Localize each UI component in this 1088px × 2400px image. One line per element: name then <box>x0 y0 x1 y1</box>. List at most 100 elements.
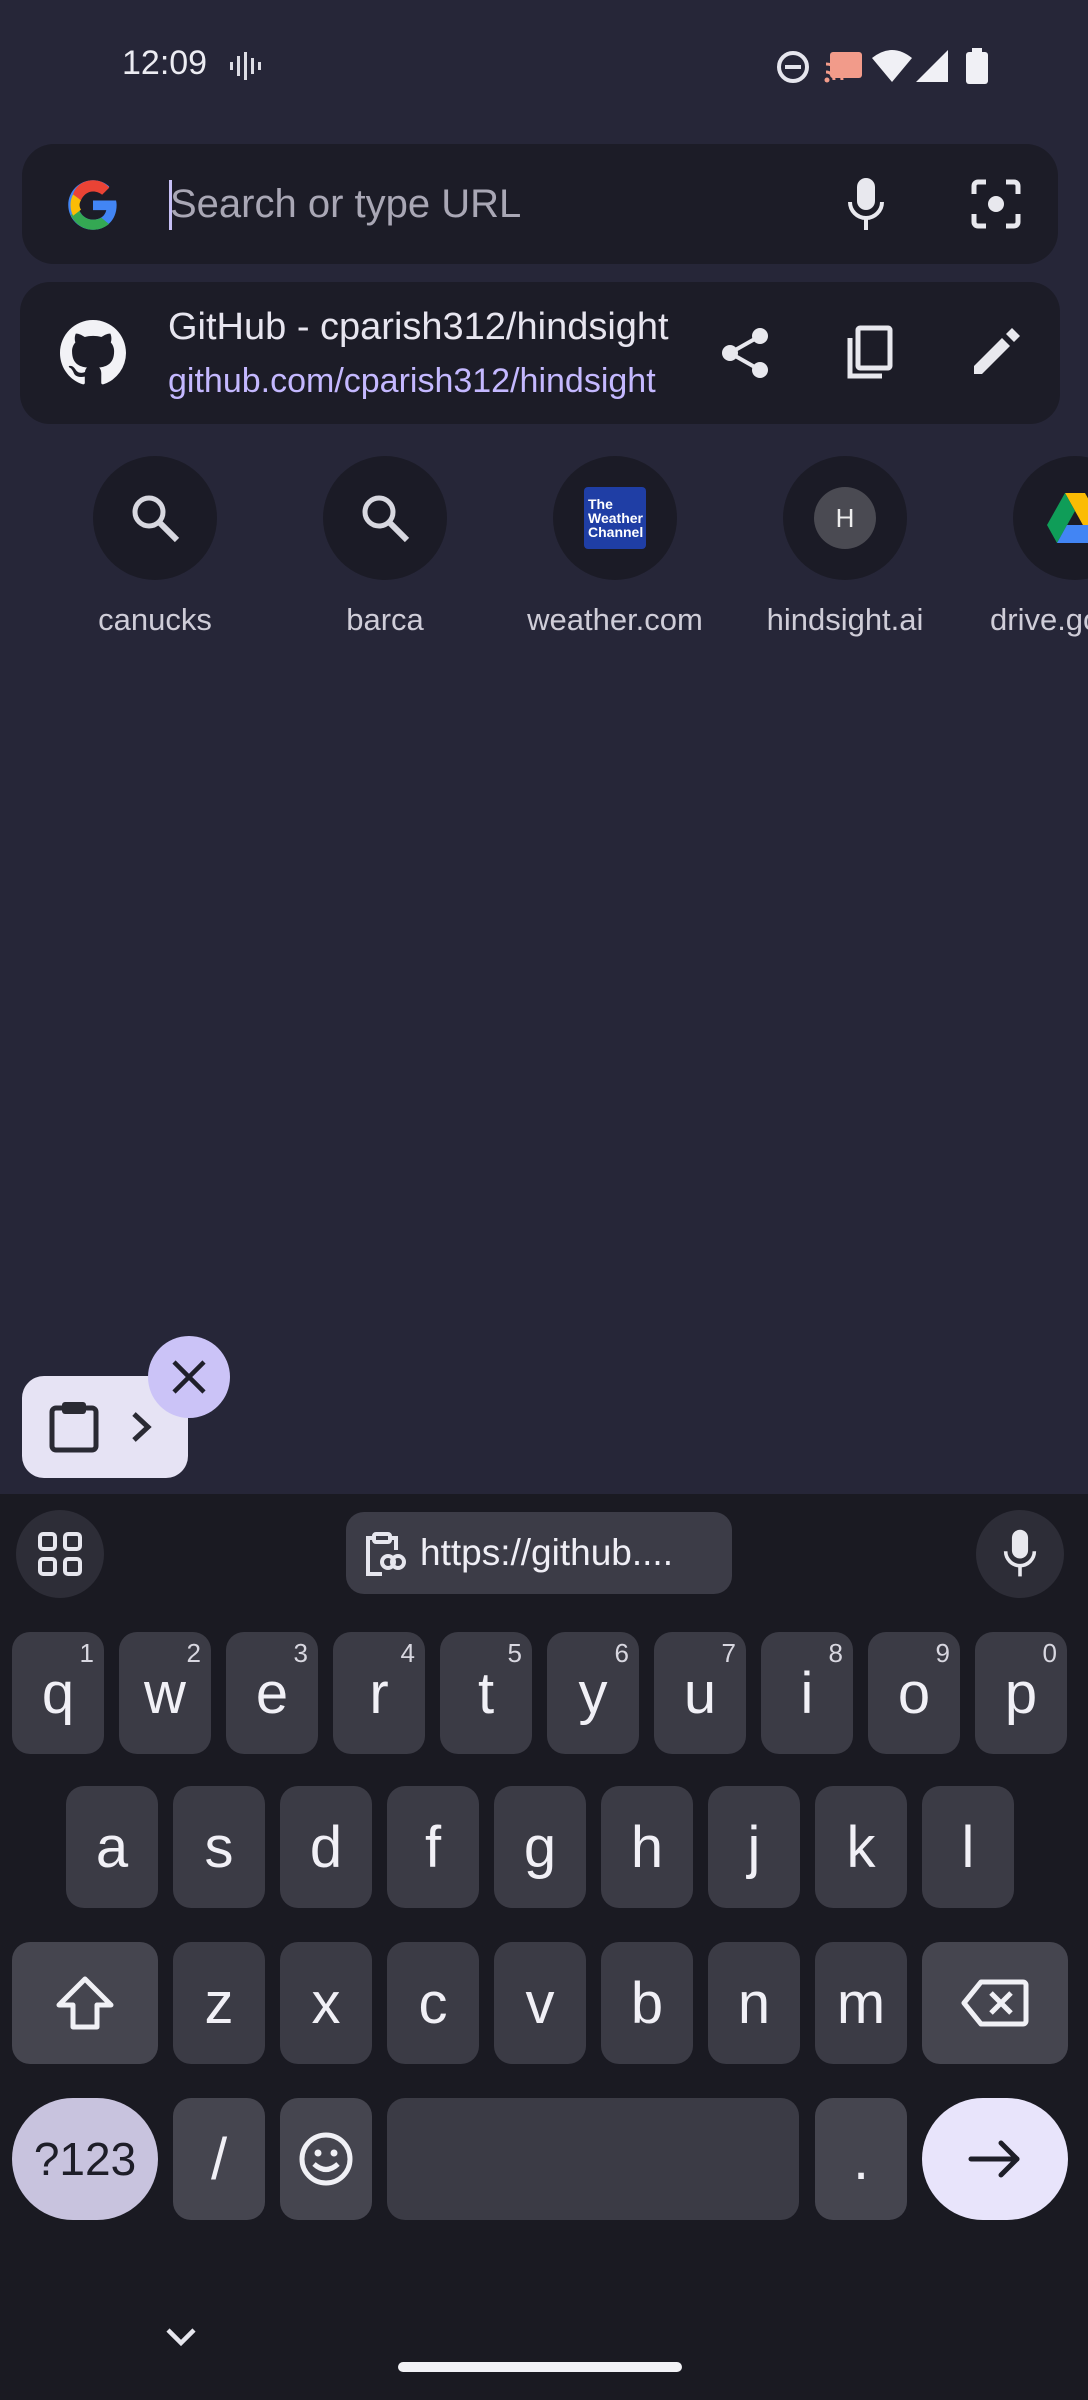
key-v[interactable]: v <box>494 1942 586 2064</box>
tile-label: hindsight.ai <box>766 602 924 637</box>
shift-icon <box>56 1976 114 2030</box>
key-i[interactable]: i8 <box>761 1632 853 1754</box>
key-p[interactable]: p0 <box>975 1632 1067 1754</box>
key-n[interactable]: n <box>708 1942 800 2064</box>
key-z[interactable]: z <box>173 1942 265 2064</box>
slash-key[interactable]: / <box>173 2098 265 2220</box>
key-g[interactable]: g <box>494 1786 586 1908</box>
suggestion-url: github.com/cparish312/hindsight <box>168 362 656 400</box>
navigation-handle[interactable] <box>398 2362 682 2372</box>
key-j[interactable]: j <box>708 1786 800 1908</box>
key-hint: 2 <box>186 1638 201 1668</box>
key-label: e <box>255 1660 289 1726</box>
lens-icon[interactable] <box>970 178 1022 230</box>
tile-canucks[interactable]: canucks <box>60 456 250 646</box>
key-k[interactable]: k <box>815 1786 907 1908</box>
suggestion-title: GitHub - cparish312/hindsight <box>168 306 669 348</box>
backspace-key[interactable] <box>922 1942 1068 2064</box>
key-b[interactable]: b <box>601 1942 693 2064</box>
key-o[interactable]: o9 <box>868 1632 960 1754</box>
grid-icon <box>38 1532 82 1576</box>
key-u[interactable]: u7 <box>654 1632 746 1754</box>
shift-key[interactable] <box>12 1942 158 2064</box>
key-c[interactable]: c <box>387 1942 479 2064</box>
key-label: l <box>961 1814 975 1880</box>
key-label: h <box>630 1814 664 1880</box>
key-label: p <box>1004 1660 1038 1726</box>
mic-icon <box>1003 1529 1037 1577</box>
key-r[interactable]: r4 <box>333 1632 425 1754</box>
key-label: n <box>737 1970 771 2036</box>
enter-key[interactable] <box>922 2098 1068 2220</box>
key-hint: 1 <box>79 1638 94 1668</box>
clipboard-icon <box>48 1400 100 1454</box>
letter-badge: H <box>814 487 876 549</box>
key-x[interactable]: x <box>280 1942 372 2064</box>
key-m[interactable]: m <box>815 1942 907 2064</box>
key-label: x <box>311 1970 341 2036</box>
tile-label: canucks <box>98 602 212 637</box>
key-d[interactable]: d <box>280 1786 372 1908</box>
key-e[interactable]: e3 <box>226 1632 318 1754</box>
key-w[interactable]: w2 <box>119 1632 211 1754</box>
emoji-key[interactable] <box>280 2098 372 2220</box>
key-label: o <box>897 1660 931 1726</box>
key-label: s <box>204 1814 234 1880</box>
tile-weather[interactable]: The Weather Channel weather.com <box>520 456 710 646</box>
cast-icon <box>824 50 864 84</box>
key-t[interactable]: t5 <box>440 1632 532 1754</box>
key-label: j <box>747 1814 761 1880</box>
key-label: q <box>41 1660 75 1726</box>
key-label: k <box>846 1814 876 1880</box>
key-f[interactable]: f <box>387 1786 479 1908</box>
key-label: w <box>144 1660 186 1726</box>
key-h[interactable]: h <box>601 1786 693 1908</box>
space-key[interactable] <box>387 2098 799 2220</box>
key-label: y <box>578 1660 608 1726</box>
emoji-icon <box>299 2132 353 2186</box>
suggestion-row[interactable] <box>20 282 1060 424</box>
search-icon <box>323 456 447 580</box>
tile-label: weather.com <box>527 602 703 637</box>
keyboard-mic-button[interactable] <box>976 1510 1064 1598</box>
key-label: ?123 <box>33 2133 137 2185</box>
share-icon[interactable] <box>718 326 772 380</box>
key-hint: 0 <box>1042 1638 1057 1668</box>
key-label: g <box>523 1814 557 1880</box>
key-label: z <box>204 1970 234 2036</box>
key-label: b <box>630 1970 664 2036</box>
weather-logo-line-2: Weather <box>588 510 643 526</box>
edit-icon[interactable] <box>970 326 1022 378</box>
key-label: t <box>477 1660 495 1726</box>
key-label: a <box>95 1814 129 1880</box>
key-l[interactable]: l <box>922 1786 1014 1908</box>
key-label: r <box>369 1660 389 1726</box>
key-hint: 8 <box>828 1638 843 1668</box>
mic-icon[interactable] <box>846 176 886 234</box>
key-hint: 9 <box>935 1638 950 1668</box>
battery-icon <box>966 48 988 84</box>
search-input[interactable]: Search or type URL <box>170 182 521 227</box>
apps-grid-button[interactable] <box>16 1510 104 1598</box>
key-hint: 7 <box>721 1638 736 1668</box>
key-q[interactable]: q1 <box>12 1632 104 1754</box>
key-label: m <box>836 1970 886 2036</box>
keyboard-hide-chevron-icon[interactable] <box>164 2326 198 2348</box>
key-s[interactable]: s <box>173 1786 265 1908</box>
key-y[interactable]: y6 <box>547 1632 639 1754</box>
period-key[interactable]: . <box>815 2098 907 2220</box>
symbols-key[interactable]: ?123 <box>12 2098 158 2220</box>
tile-hindsight[interactable]: H hindsight.ai <box>750 456 940 646</box>
tile-label: drive.google.com <box>990 602 1088 637</box>
clipboard-suggestion-text: https://github.... <box>420 1532 673 1573</box>
key-hint: 3 <box>293 1638 308 1668</box>
copy-icon[interactable] <box>842 324 896 382</box>
tile-drive[interactable]: drive.google.com <box>980 456 1088 646</box>
key-label: u <box>683 1660 717 1726</box>
tile-barca[interactable]: barca <box>290 456 480 646</box>
key-label: i <box>800 1660 814 1726</box>
search-icon <box>93 456 217 580</box>
weather-channel-logo: The Weather Channel <box>584 487 646 549</box>
close-button[interactable] <box>148 1336 230 1418</box>
key-a[interactable]: a <box>66 1786 158 1908</box>
